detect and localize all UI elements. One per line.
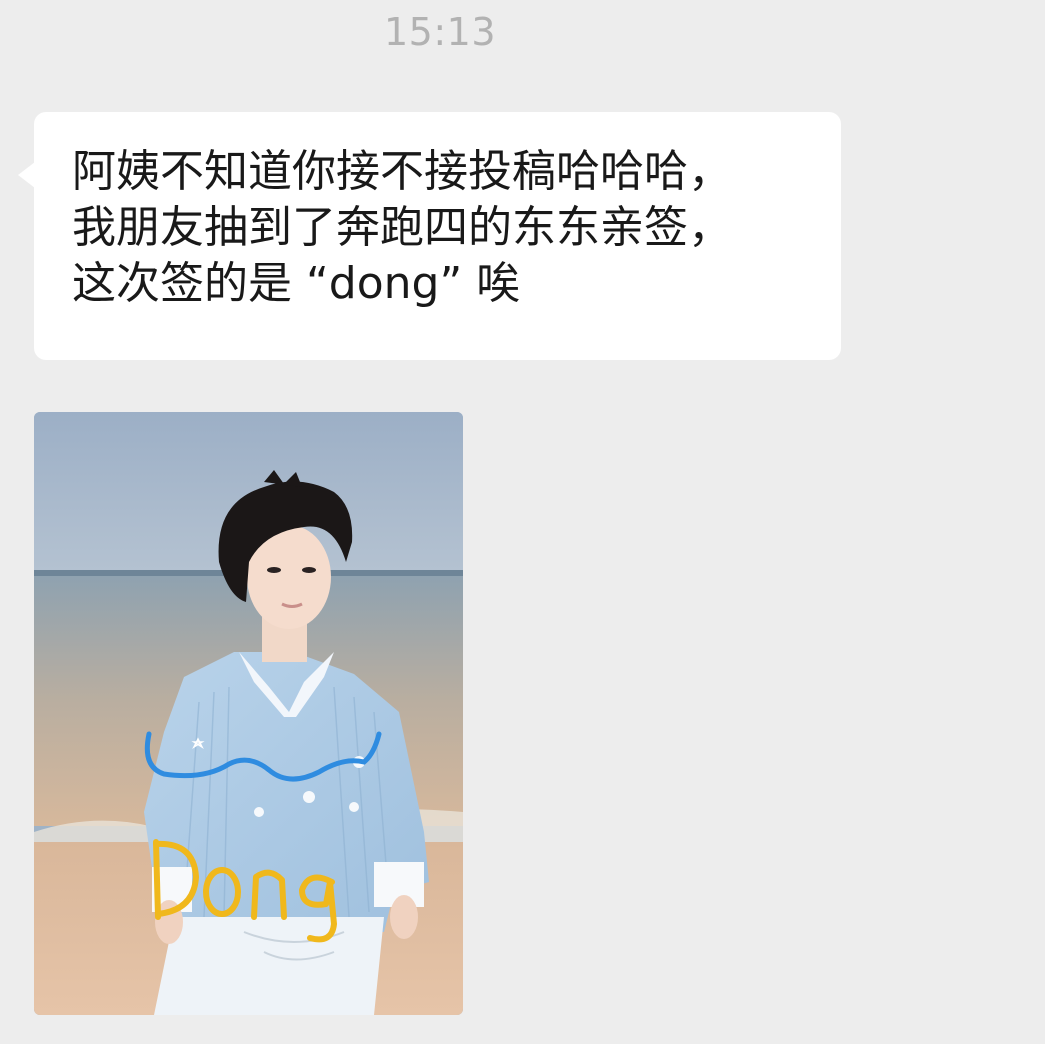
photo-card-image	[34, 412, 463, 1015]
message-bubble[interactable]: 阿姨不知道你接不接投稿哈哈哈， 我朋友抽到了奔跑四的东东亲签， 这次签的是 “d…	[18, 112, 841, 360]
chat-timestamp: 15:13	[383, 10, 496, 54]
bubble-tail	[18, 162, 35, 188]
incoming-image-message[interactable]	[34, 412, 463, 1015]
incoming-text-message[interactable]: 阿姨不知道你接不接投稿哈哈哈， 我朋友抽到了奔跑四的东东亲签， 这次签的是 “d…	[18, 112, 841, 360]
message-text: 阿姨不知道你接不接投稿哈哈哈， 我朋友抽到了奔跑四的东东亲签， 这次签的是 “d…	[72, 146, 732, 309]
